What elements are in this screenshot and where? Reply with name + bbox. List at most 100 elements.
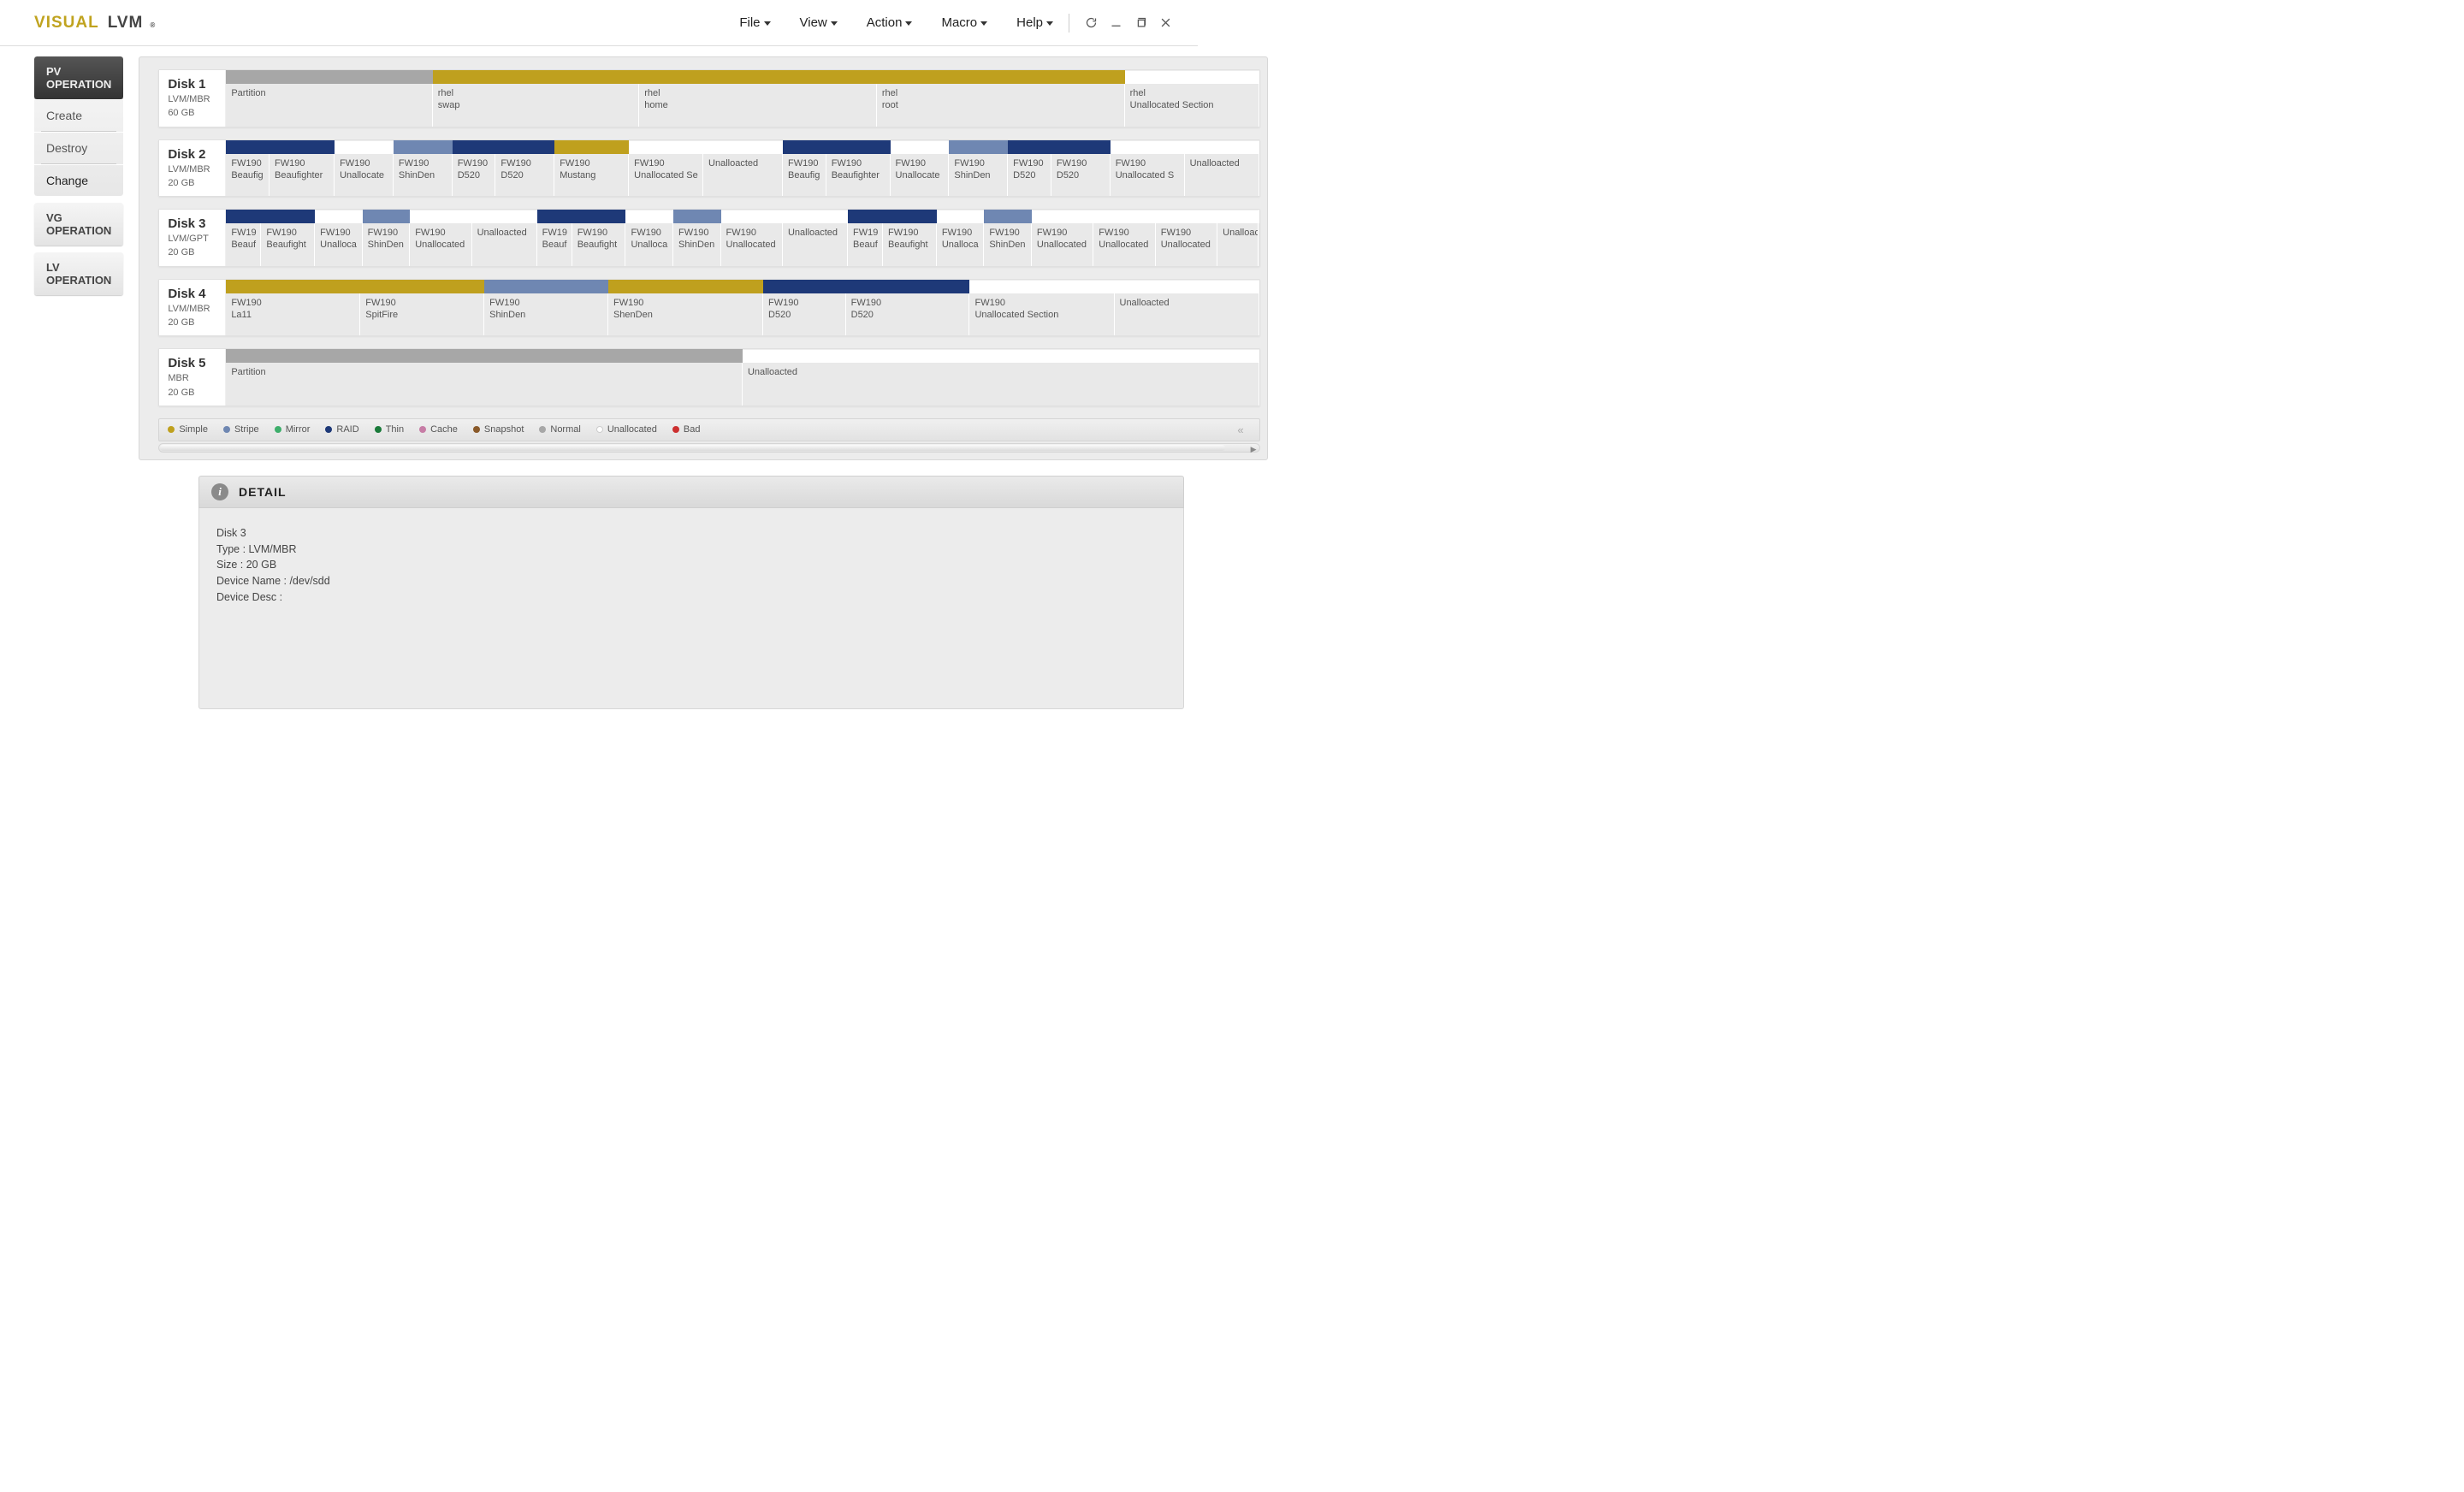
segment-label[interactable]: FW190ShinDen	[673, 223, 721, 266]
segment-label[interactable]: FW190Beaufight	[883, 223, 937, 266]
segment-bar[interactable]	[969, 280, 1114, 293]
segment-label[interactable]: FW190Unallocated Section	[969, 293, 1114, 336]
segment-label[interactable]: FW190Unallocated Se	[629, 154, 703, 197]
disk-row[interactable]: Disk 3LVM/GPT20 GBFW19BeaufFW190Beaufigh…	[158, 209, 1259, 267]
segment-bar[interactable]	[877, 70, 1125, 84]
segment-label[interactable]: FW190D520	[1008, 154, 1051, 197]
segment-label[interactable]: FW190Unallocated	[721, 223, 783, 266]
segment-bar[interactable]	[226, 140, 270, 154]
segment-bar[interactable]	[433, 70, 639, 84]
segment-label[interactable]: FW190D520	[1051, 154, 1111, 197]
segment-bar[interactable]	[537, 210, 572, 223]
segment-label[interactable]: FW190D520	[763, 293, 846, 336]
segment-label[interactable]: FW190D520	[846, 293, 970, 336]
refresh-icon[interactable]	[1085, 16, 1098, 29]
segment-label[interactable]: FW190Beaufig	[783, 154, 826, 197]
segment-bar[interactable]	[639, 70, 877, 84]
segment-bar[interactable]	[949, 140, 1008, 154]
menu-help[interactable]: Help	[1016, 15, 1053, 30]
segment-label[interactable]: FW19Beauf	[848, 223, 883, 266]
segment-bar[interactable]	[394, 140, 453, 154]
segment-bar[interactable]	[846, 280, 970, 293]
segment-label[interactable]: rhelswap	[433, 84, 639, 127]
scroll-right-icon[interactable]: ▶	[1251, 445, 1257, 454]
segment-label[interactable]: FW190ShinDen	[394, 154, 453, 197]
segment-bar[interactable]	[783, 210, 848, 223]
segment-label[interactable]: Unalloacted	[472, 223, 537, 266]
segment-label[interactable]: FW190Unallocated S	[1111, 154, 1185, 197]
segment-bar[interactable]	[226, 210, 261, 223]
segment-label[interactable]: FW190Unalloca	[315, 223, 363, 266]
sidebar-vg-header[interactable]: VG OPERATION	[34, 203, 123, 246]
segment-label[interactable]: rhelhome	[639, 84, 877, 127]
segment-bar[interactable]	[453, 140, 496, 154]
segment-bar[interactable]	[472, 210, 537, 223]
segment-bar[interactable]	[1008, 140, 1051, 154]
segment-label[interactable]: Partition	[226, 363, 743, 406]
sidebar-pv-destroy[interactable]: Destroy	[34, 132, 123, 163]
segment-bar[interactable]	[410, 210, 471, 223]
segment-bar[interactable]	[572, 210, 626, 223]
segment-bar[interactable]	[984, 210, 1032, 223]
segment-bar[interactable]	[1032, 210, 1093, 223]
segment-label[interactable]: Unalloacted	[783, 223, 848, 266]
segment-label[interactable]: FW190Unallocated	[410, 223, 471, 266]
legend-collapse-icon[interactable]: «	[1230, 423, 1250, 436]
segment-bar[interactable]	[261, 210, 315, 223]
segment-bar[interactable]	[554, 140, 629, 154]
segment-label[interactable]: FW190Beaufighter	[826, 154, 891, 197]
segment-bar[interactable]	[1111, 140, 1185, 154]
segment-label[interactable]: FW190Beaufig	[226, 154, 270, 197]
segment-bar[interactable]	[484, 280, 608, 293]
disk-row[interactable]: Disk 2LVM/MBR20 GBFW190BeaufigFW190Beauf…	[158, 139, 1259, 198]
segment-bar[interactable]	[226, 349, 743, 363]
segment-bar[interactable]	[826, 140, 891, 154]
sidebar-lv-header[interactable]: LV OPERATION	[34, 252, 123, 295]
segment-bar[interactable]	[743, 349, 1259, 363]
segment-label[interactable]: FW19Beauf	[537, 223, 572, 266]
segment-bar[interactable]	[1125, 70, 1259, 84]
segment-label[interactable]: FW190Unallocated	[1032, 223, 1093, 266]
segment-label[interactable]: FW19Beauf	[226, 223, 261, 266]
segment-bar[interactable]	[673, 210, 721, 223]
menu-file[interactable]: File	[739, 15, 770, 30]
segment-label[interactable]: Unalloacted	[703, 154, 783, 197]
disk-row[interactable]: Disk 5MBR20 GBPartitionUnalloacted	[158, 348, 1259, 406]
segment-bar[interactable]	[226, 70, 432, 84]
segment-bar[interactable]	[1051, 140, 1111, 154]
segment-label[interactable]: FW190Beaufight	[261, 223, 315, 266]
segment-bar[interactable]	[1093, 210, 1155, 223]
segment-label[interactable]: FW190Mustang	[554, 154, 629, 197]
segment-bar[interactable]	[629, 140, 703, 154]
segment-label[interactable]: FW190Beaufighter	[270, 154, 335, 197]
segment-bar[interactable]	[360, 280, 484, 293]
sidebar-pv-create[interactable]: Create	[34, 99, 123, 131]
segment-bar[interactable]	[937, 210, 985, 223]
segment-bar[interactable]	[625, 210, 673, 223]
sidebar-pv-change[interactable]: Change	[34, 164, 123, 196]
segment-label[interactable]: FW190Beaufight	[572, 223, 626, 266]
segment-bar[interactable]	[315, 210, 363, 223]
segment-bar[interactable]	[883, 210, 937, 223]
segment-bar[interactable]	[270, 140, 335, 154]
segment-label[interactable]: FW190Unallocate	[891, 154, 950, 197]
segment-bar[interactable]	[1185, 140, 1259, 154]
segment-label[interactable]: Unalloacted	[1217, 223, 1259, 266]
minimize-icon[interactable]	[1110, 16, 1122, 29]
segment-bar[interactable]	[721, 210, 783, 223]
restore-icon[interactable]	[1134, 16, 1147, 29]
segment-label[interactable]: FW190D520	[453, 154, 496, 197]
segment-label[interactable]: FW190Unallocated	[1093, 223, 1155, 266]
segment-bar[interactable]	[1156, 210, 1217, 223]
sidebar-pv-header[interactable]: PV OPERATION	[34, 56, 123, 99]
segment-label[interactable]: Unalloacted	[1185, 154, 1259, 197]
segment-label[interactable]: FW190ShenDen	[608, 293, 763, 336]
segment-bar[interactable]	[495, 140, 554, 154]
segment-bar[interactable]	[1115, 280, 1259, 293]
segment-bar[interactable]	[335, 140, 394, 154]
menu-macro[interactable]: Macro	[941, 15, 987, 30]
segment-label[interactable]: Partition	[226, 84, 432, 127]
horizontal-scrollbar[interactable]: ▶	[158, 443, 1259, 453]
segment-label[interactable]: rhelUnallocated Section	[1125, 84, 1259, 127]
segment-bar[interactable]	[703, 140, 783, 154]
